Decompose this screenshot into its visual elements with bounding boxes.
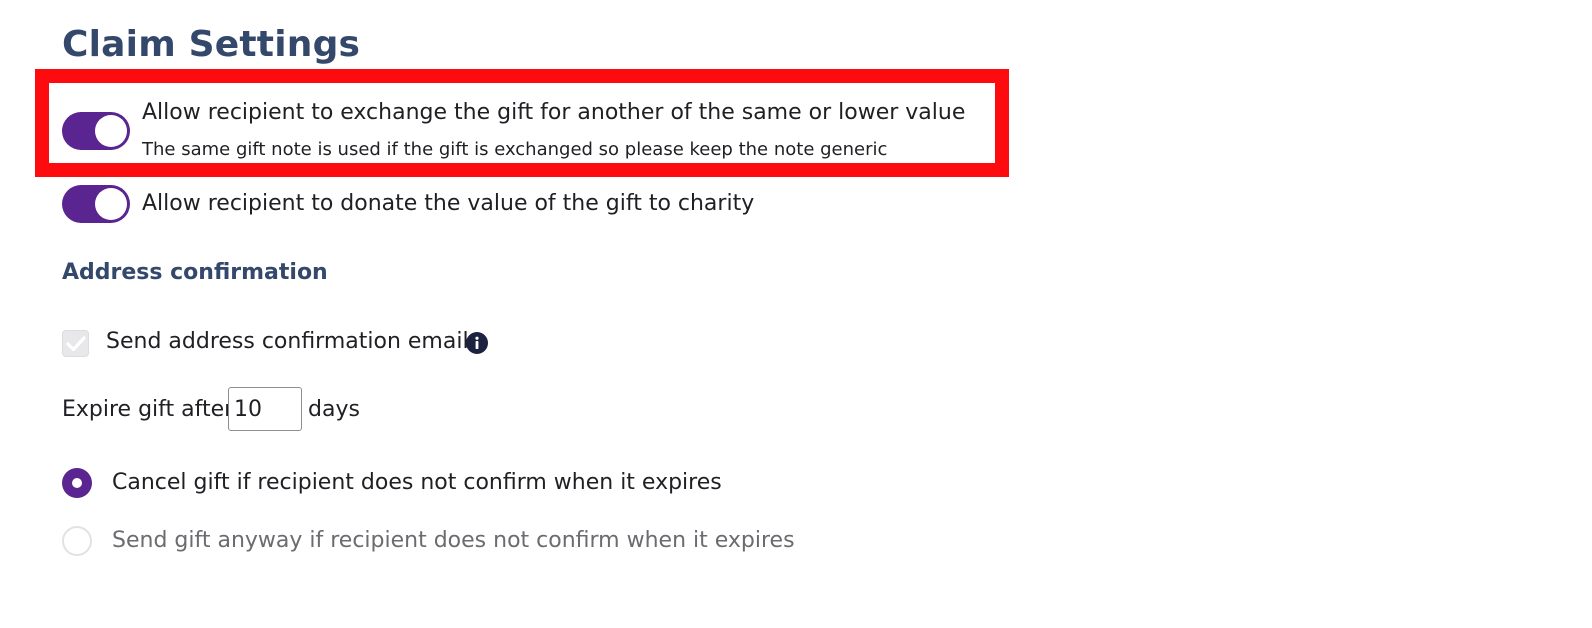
donate-gift-toggle[interactable]: [62, 185, 130, 223]
toggle-knob: [95, 188, 127, 220]
address-confirmation-heading: Address confirmation: [62, 260, 328, 285]
radio-selected-dot: [72, 478, 82, 488]
exchange-gift-label: Allow recipient to exchange the gift for…: [142, 100, 966, 125]
cancel-gift-radio[interactable]: [62, 468, 92, 498]
cancel-gift-radio-label: Cancel gift if recipient does not confir…: [112, 470, 722, 495]
checkmark-icon: [66, 336, 86, 352]
donate-gift-label: Allow recipient to donate the value of t…: [142, 191, 755, 216]
send-address-email-checkbox[interactable]: [62, 330, 89, 357]
page-title: Claim Settings: [62, 24, 361, 65]
exchange-gift-toggle[interactable]: [62, 112, 130, 150]
toggle-knob: [95, 115, 127, 147]
exchange-gift-note: The same gift note is used if the gift i…: [142, 139, 888, 160]
send-gift-anyway-radio[interactable]: [62, 526, 92, 556]
send-gift-anyway-radio-label: Send gift anyway if recipient does not c…: [112, 528, 795, 553]
expire-gift-label: Expire gift after: [62, 397, 234, 422]
send-address-email-label: Send address confirmation email: [106, 329, 469, 354]
expire-days-input[interactable]: [228, 387, 302, 431]
info-icon[interactable]: [466, 332, 488, 354]
expire-days-unit: days: [308, 397, 360, 422]
